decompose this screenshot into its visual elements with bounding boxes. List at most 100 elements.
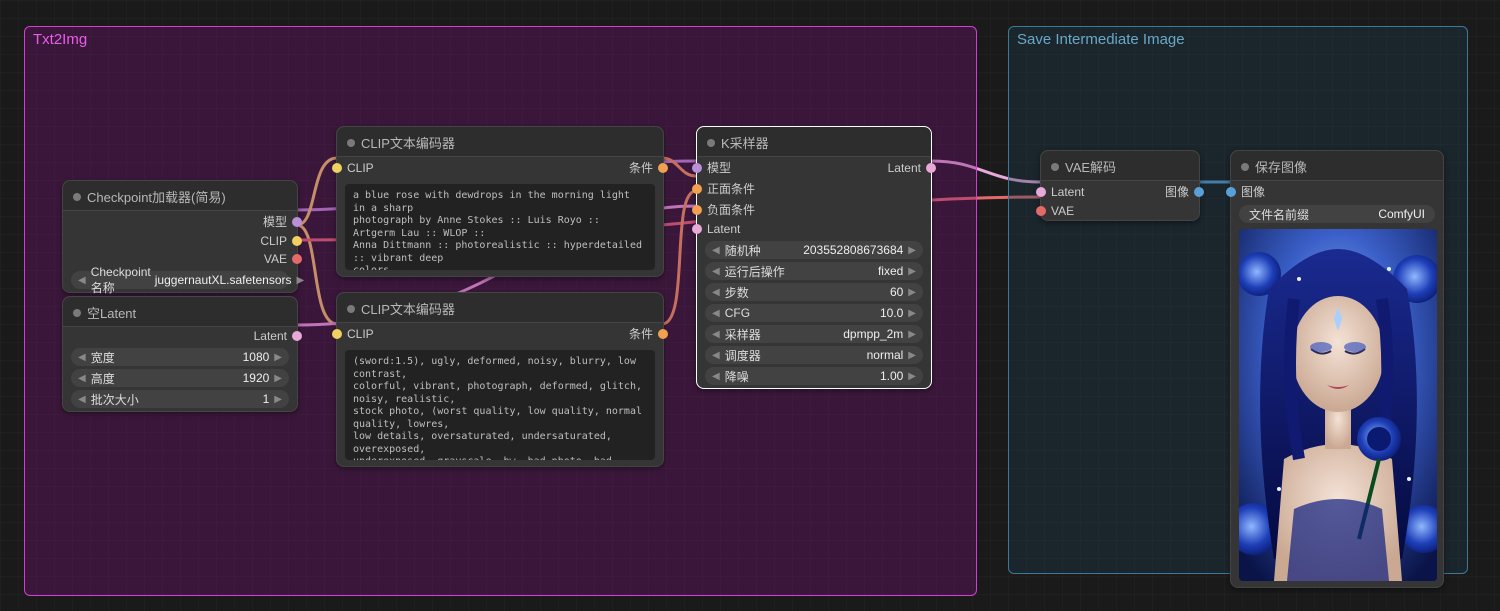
negative-prompt-text[interactable]: (sword:1.5), ugly, deformed, noisy, blur… <box>345 350 655 460</box>
widget-sampler[interactable]: ◀采样器dpmpp_2m▶ <box>705 325 923 343</box>
arrow-right-icon[interactable]: ▶ <box>907 308 917 319</box>
arrow-right-icon[interactable]: ▶ <box>907 371 917 382</box>
widget-label: 宽度 <box>87 349 243 366</box>
widget-ckpt-name[interactable]: ◀ Checkpoint名称 juggernautXL.safetensors … <box>71 271 289 289</box>
collapse-dot-icon[interactable] <box>347 305 355 313</box>
node-title[interactable]: K采样器 <box>697 127 931 157</box>
collapse-dot-icon[interactable] <box>707 139 715 147</box>
node-title[interactable]: CLIP文本编码器 <box>337 293 663 323</box>
node-empty-latent[interactable]: 空Latent Latent ◀ 宽度 1080 ▶ ◀ 高度 1920 ▶ ◀… <box>62 296 298 412</box>
port-latent-out[interactable] <box>926 163 936 173</box>
arrow-right-icon[interactable]: ▶ <box>907 245 917 256</box>
widget-value: 1 <box>263 392 274 406</box>
port-image-out[interactable] <box>1194 187 1204 197</box>
port-image-in[interactable] <box>1226 187 1236 197</box>
port-negative-in[interactable] <box>692 205 702 215</box>
node-vae-decode[interactable]: VAE解码 Latent 图像 VAE <box>1040 150 1200 221</box>
widget-label: CFG <box>721 306 880 320</box>
widget-control-after[interactable]: ◀运行后操作fixed▶ <box>705 262 923 280</box>
arrow-left-icon[interactable]: ◀ <box>711 329 721 340</box>
node-title[interactable]: 保存图像 <box>1231 151 1443 181</box>
widget-cfg[interactable]: ◀CFG10.0▶ <box>705 304 923 322</box>
arrow-left-icon[interactable]: ◀ <box>711 371 721 382</box>
arrow-right-icon[interactable]: ▶ <box>296 275 306 286</box>
port-latent-in[interactable] <box>692 224 702 234</box>
port-positive-in[interactable] <box>692 184 702 194</box>
widget-seed[interactable]: ◀随机种203552808673684▶ <box>705 241 923 259</box>
node-save-image[interactable]: 保存图像 图像 文件名前缀 ComfyUI <box>1230 150 1444 588</box>
arrow-left-icon[interactable]: ◀ <box>77 394 87 405</box>
port-clip-in[interactable] <box>332 163 342 173</box>
arrow-left-icon[interactable]: ◀ <box>711 287 721 298</box>
port-clip-in[interactable] <box>332 329 342 339</box>
widget-label: 调度器 <box>721 347 867 364</box>
input-image: 图像 <box>1241 183 1265 200</box>
widget-steps[interactable]: ◀步数60▶ <box>705 283 923 301</box>
port-vae-in[interactable] <box>1036 206 1046 216</box>
node-title[interactable]: Checkpoint加载器(简易) <box>63 181 297 211</box>
node-clip-text-encode-positive[interactable]: CLIP文本编码器 CLIP 条件 a blue rose with dewdr… <box>336 126 664 277</box>
widget-value: normal <box>867 348 908 362</box>
output-clip: CLIP <box>260 234 287 248</box>
port-cond-out[interactable] <box>658 329 668 339</box>
arrow-left-icon[interactable]: ◀ <box>711 308 721 319</box>
title-text: 空Latent <box>87 303 136 322</box>
port-cond-out[interactable] <box>658 163 668 173</box>
node-title[interactable]: CLIP文本编码器 <box>337 127 663 157</box>
arrow-right-icon[interactable]: ▶ <box>907 266 917 277</box>
arrow-right-icon[interactable]: ▶ <box>907 329 917 340</box>
arrow-left-icon[interactable]: ◀ <box>77 373 87 384</box>
widget-label: 随机种 <box>721 242 803 259</box>
widget-value: 10.0 <box>880 306 907 320</box>
arrow-left-icon[interactable]: ◀ <box>77 352 87 363</box>
input-latent: Latent <box>1051 185 1084 199</box>
port-model-in[interactable] <box>692 163 702 173</box>
collapse-dot-icon[interactable] <box>73 309 81 317</box>
widget-denoise[interactable]: ◀降噪1.00▶ <box>705 367 923 385</box>
widget-value: 60 <box>890 285 907 299</box>
widget-width[interactable]: ◀ 宽度 1080 ▶ <box>71 348 289 366</box>
node-title[interactable]: 空Latent <box>63 297 297 327</box>
collapse-dot-icon[interactable] <box>347 139 355 147</box>
port-latent-in[interactable] <box>1036 187 1046 197</box>
widget-value: 1920 <box>243 371 274 385</box>
image-preview[interactable] <box>1239 229 1437 581</box>
node-ksampler[interactable]: K采样器 模型 Latent 正面条件 负面条件 Latent ◀随机种2035… <box>696 126 932 389</box>
widget-label: 采样器 <box>721 326 844 343</box>
arrow-right-icon[interactable]: ▶ <box>907 287 917 298</box>
port-model-out[interactable] <box>292 217 302 227</box>
node-title[interactable]: VAE解码 <box>1041 151 1199 181</box>
prompt-text[interactable]: a blue rose with dewdrops in the morning… <box>345 184 655 270</box>
collapse-dot-icon[interactable] <box>73 193 81 201</box>
arrow-right-icon[interactable]: ▶ <box>907 350 917 361</box>
node-checkpoint-loader[interactable]: Checkpoint加载器(简易) 模型 CLIP VAE ◀ Checkpoi… <box>62 180 298 293</box>
widget-filename-prefix[interactable]: 文件名前缀 ComfyUI <box>1239 205 1435 223</box>
widget-height[interactable]: ◀ 高度 1920 ▶ <box>71 369 289 387</box>
input-model: 模型 <box>707 159 731 176</box>
arrow-left-icon[interactable]: ◀ <box>77 275 87 286</box>
port-latent-out[interactable] <box>292 331 302 341</box>
input-vae: VAE <box>1051 204 1074 218</box>
widget-batch[interactable]: ◀ 批次大小 1 ▶ <box>71 390 289 408</box>
arrow-right-icon[interactable]: ▶ <box>273 394 283 405</box>
title-text: K采样器 <box>721 133 769 152</box>
input-clip: CLIP <box>347 327 374 341</box>
arrow-left-icon[interactable]: ◀ <box>711 350 721 361</box>
output-image: 图像 <box>1165 183 1189 200</box>
arrow-right-icon[interactable]: ▶ <box>273 352 283 363</box>
widget-value: dpmpp_2m <box>843 327 907 341</box>
collapse-dot-icon[interactable] <box>1241 163 1249 171</box>
widget-value: 1.00 <box>880 369 907 383</box>
port-clip-out[interactable] <box>292 236 302 246</box>
node-clip-text-encode-negative[interactable]: CLIP文本编码器 CLIP 条件 (sword:1.5), ugly, def… <box>336 292 664 467</box>
output-model: 模型 <box>263 213 287 230</box>
group-label: Txt2Img <box>33 31 87 48</box>
widget-scheduler[interactable]: ◀调度器normal▶ <box>705 346 923 364</box>
collapse-dot-icon[interactable] <box>1051 163 1059 171</box>
arrow-left-icon[interactable]: ◀ <box>711 245 721 256</box>
input-latent: Latent <box>707 222 740 236</box>
arrow-left-icon[interactable]: ◀ <box>711 266 721 277</box>
port-vae-out[interactable] <box>292 254 302 264</box>
title-text: VAE解码 <box>1065 157 1116 176</box>
arrow-right-icon[interactable]: ▶ <box>273 373 283 384</box>
